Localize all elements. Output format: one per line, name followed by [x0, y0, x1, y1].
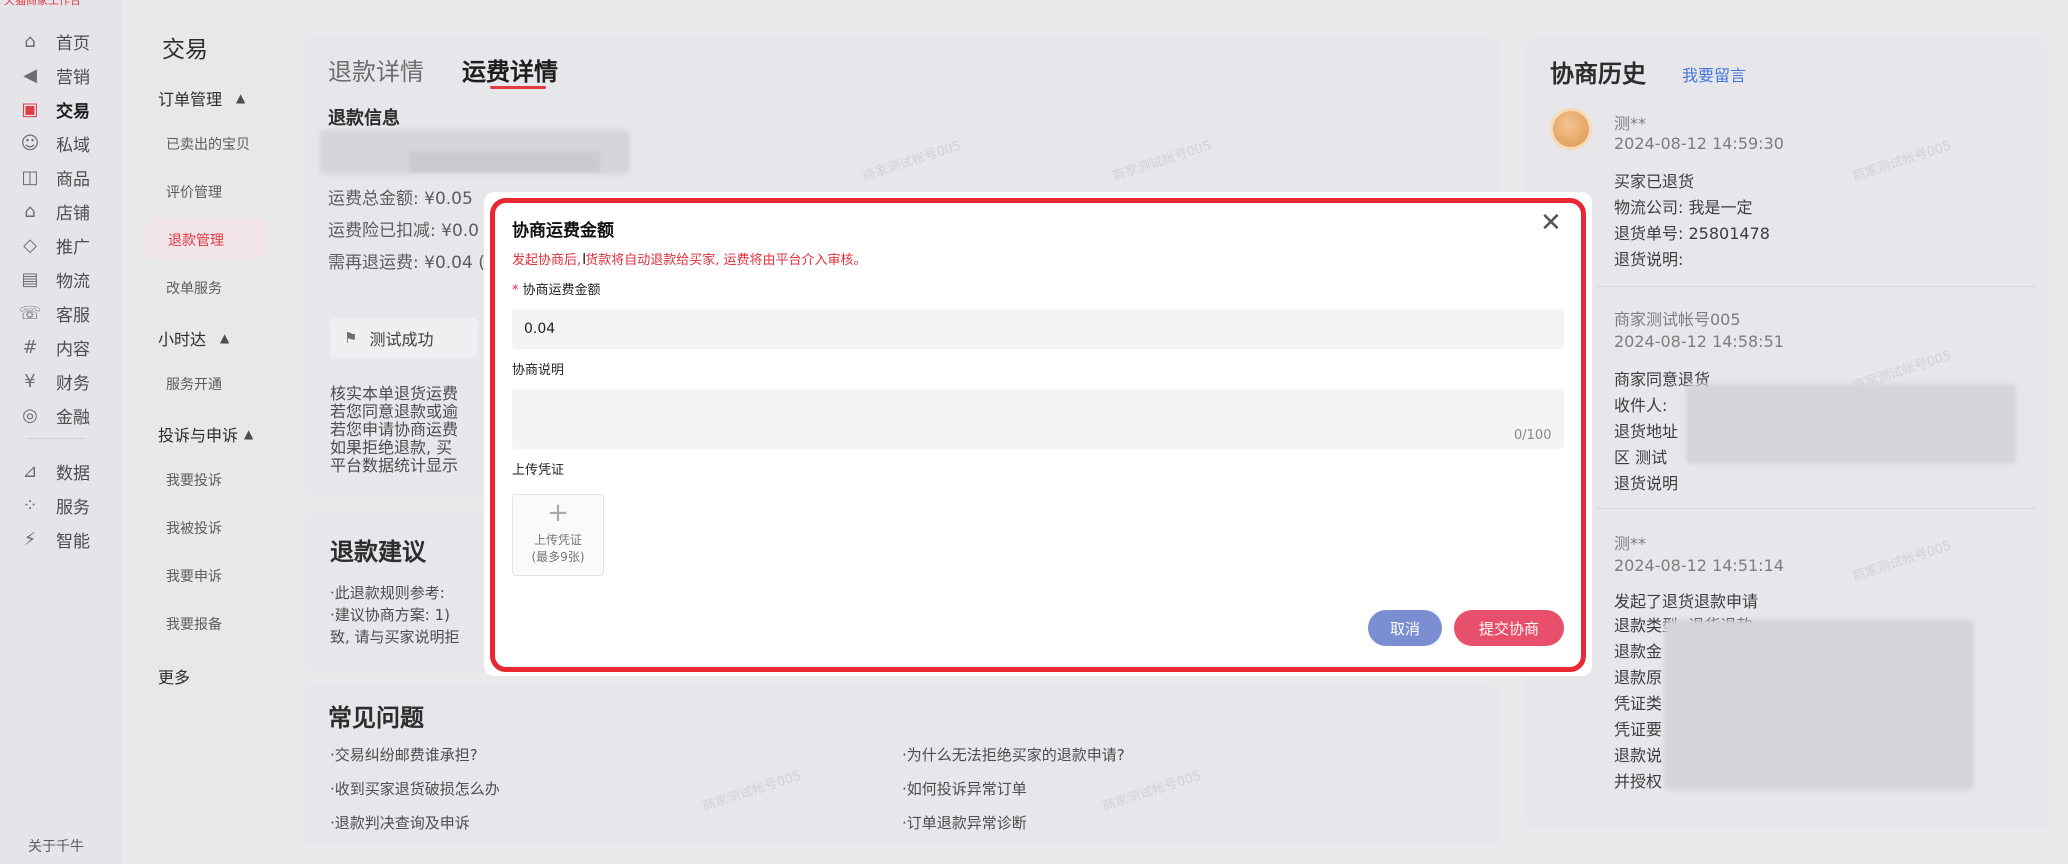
amount-input[interactable]	[512, 309, 1564, 349]
upload-button[interactable]: + 上传凭证 (最多9张)	[512, 494, 604, 576]
modal-title: 协商运费金额	[512, 221, 614, 241]
upload-button-hint: (最多9张)	[531, 550, 585, 564]
amount-label: * 协商运费金额	[512, 279, 601, 298]
cancel-button[interactable]: 取消	[1368, 610, 1442, 646]
text-cursor-icon: I	[582, 250, 587, 268]
required-mark: *	[512, 283, 519, 298]
char-counter: 0/100	[1514, 428, 1552, 443]
upload-label: 上传凭证	[512, 463, 565, 478]
close-icon[interactable]: ✕	[1540, 208, 1562, 238]
modal-warning: 发起协商后, 货款将自动退款给买家, 运费将由平台介入审核。	[512, 253, 867, 268]
submit-negotiation-button[interactable]: 提交协商	[1454, 610, 1564, 646]
upload-button-label: 上传凭证	[533, 533, 582, 547]
plus-icon: +	[547, 498, 569, 528]
description-textarea[interactable]	[512, 389, 1564, 449]
description-label: 协商说明	[512, 363, 565, 378]
amount-label-text: 协商运费金额	[522, 283, 601, 298]
